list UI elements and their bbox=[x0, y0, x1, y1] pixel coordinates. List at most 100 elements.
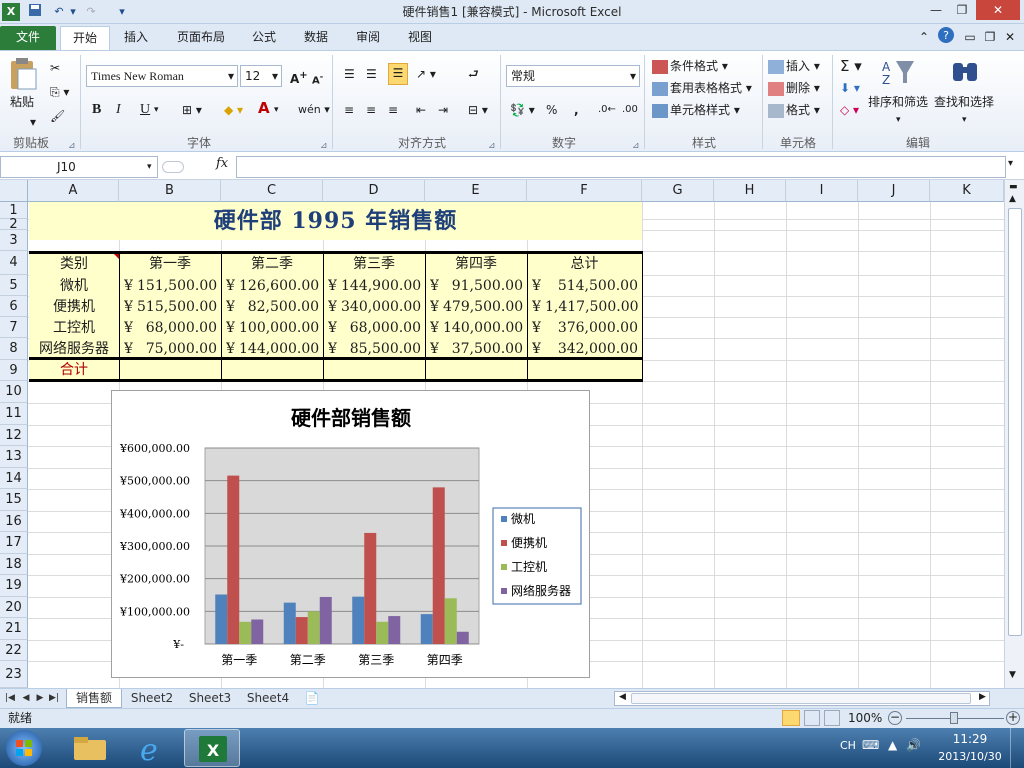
zoom-level[interactable]: 100% bbox=[848, 709, 882, 727]
font-color-dropdown-icon[interactable]: ▾ bbox=[274, 101, 279, 119]
horizontal-scrollbar[interactable]: ◀ ▶ bbox=[614, 691, 990, 706]
minimize-button[interactable]: — bbox=[922, 0, 950, 20]
paste-icon[interactable] bbox=[8, 57, 40, 91]
column-header[interactable]: B bbox=[119, 180, 221, 202]
value-cell[interactable]: 342,000.00 bbox=[545, 339, 638, 359]
insert-sheet-icon[interactable]: 📄 bbox=[302, 689, 322, 708]
category-cell[interactable]: 网络服务器 bbox=[29, 339, 119, 359]
excel-taskbar-icon[interactable]: X bbox=[184, 729, 240, 767]
sheet-title[interactable]: 硬件部 1995 年销售额 bbox=[29, 202, 642, 240]
cell-styles-button[interactable]: 单元格样式 ▾ bbox=[652, 101, 740, 119]
name-box[interactable]: J10 ▾ bbox=[0, 156, 158, 178]
italic-button[interactable]: I bbox=[116, 101, 121, 119]
explorer-taskbar-icon[interactable] bbox=[70, 732, 110, 764]
copy-icon[interactable]: ⎘ ▾ bbox=[50, 83, 69, 101]
category-cell[interactable]: 微机 bbox=[29, 276, 119, 296]
value-cell[interactable]: 1,417,500.00 bbox=[545, 297, 638, 317]
row-header[interactable]: 10 bbox=[0, 381, 28, 403]
bold-button[interactable]: B bbox=[92, 101, 101, 119]
tab-view[interactable]: 视图 bbox=[402, 26, 438, 50]
delete-cells-button[interactable]: 删除 ▾ bbox=[768, 79, 820, 97]
column-header[interactable]: H bbox=[714, 180, 786, 202]
sheet-tab[interactable]: Sheet3 bbox=[184, 689, 236, 708]
align-bottom-icon[interactable]: ☰ bbox=[388, 63, 408, 85]
close-button[interactable]: ✕ bbox=[976, 0, 1020, 20]
value-cell[interactable]: 75,000.00 bbox=[137, 339, 217, 359]
font-color-icon[interactable]: A bbox=[258, 99, 270, 117]
total-label-cell[interactable]: 合计 bbox=[29, 360, 119, 380]
header-cell-q2[interactable]: 第二季 bbox=[221, 254, 323, 275]
column-header[interactable]: F bbox=[527, 180, 642, 202]
decrease-indent-icon[interactable]: ⇤ bbox=[416, 101, 426, 119]
comma-button[interactable]: , bbox=[574, 101, 579, 119]
column-header[interactable]: G bbox=[642, 180, 714, 202]
category-cell[interactable]: 便携机 bbox=[29, 297, 119, 317]
chart-object[interactable]: 硬件部销售额 ¥- ¥100,000.00 ¥200,000.00 ¥300,000.0… bbox=[111, 390, 590, 678]
format-cells-button[interactable]: 格式 ▾ bbox=[768, 101, 820, 119]
restore-button[interactable]: ❐ bbox=[948, 0, 976, 20]
show-hidden-icons-icon[interactable]: ▲ bbox=[888, 738, 897, 752]
row-header[interactable]: 5 bbox=[0, 275, 28, 296]
header-cell-total[interactable]: 总计 bbox=[527, 254, 642, 275]
formula-bar-splitter[interactable] bbox=[162, 161, 184, 173]
header-cell-category[interactable]: 类别 bbox=[29, 254, 119, 275]
conditional-format-button[interactable]: 条件格式 ▾ bbox=[652, 57, 728, 75]
value-cell[interactable]: 140,000.00 bbox=[443, 318, 523, 338]
ie-taskbar-icon[interactable]: e bbox=[132, 732, 172, 768]
insert-cells-button[interactable]: 插入 ▾ bbox=[768, 57, 820, 75]
cut-icon[interactable]: ✂ bbox=[50, 59, 60, 77]
row-header[interactable]: 22 bbox=[0, 640, 28, 661]
underline-button[interactable]: U bbox=[140, 101, 150, 119]
last-sheet-icon[interactable]: ▶| bbox=[48, 689, 60, 708]
volume-icon[interactable]: 🔊 bbox=[906, 738, 921, 752]
shrink-font-icon[interactable]: A- bbox=[312, 67, 323, 90]
increase-decimal-icon[interactable]: .0← bbox=[598, 101, 616, 119]
font-size-select[interactable]: 12 ▾ bbox=[240, 65, 282, 87]
row-header[interactable]: 20 bbox=[0, 597, 28, 618]
collapse-ribbon-icon[interactable]: ⌃ bbox=[916, 26, 932, 50]
binoculars-icon[interactable] bbox=[950, 57, 980, 87]
sheet-tab[interactable]: Sheet2 bbox=[126, 689, 178, 708]
row-header[interactable]: 15 bbox=[0, 489, 28, 511]
sheet-tab[interactable]: Sheet4 bbox=[242, 689, 294, 708]
value-cell[interactable]: 126,600.00 bbox=[239, 276, 319, 296]
row-header[interactable]: 14 bbox=[0, 468, 28, 489]
value-cell[interactable]: 68,000.00 bbox=[137, 318, 217, 338]
row-header[interactable]: 19 bbox=[0, 575, 28, 597]
row-header[interactable]: 12 bbox=[0, 425, 28, 446]
tab-home[interactable]: 开始 bbox=[60, 26, 110, 50]
row-header[interactable]: 16 bbox=[0, 511, 28, 532]
zoom-out-icon[interactable]: − bbox=[888, 711, 902, 725]
next-sheet-icon[interactable]: ▶ bbox=[34, 689, 46, 708]
zoom-in-icon[interactable]: + bbox=[1006, 711, 1020, 725]
row-header[interactable]: 18 bbox=[0, 554, 28, 575]
phonetic-icon[interactable]: wén ▾ bbox=[298, 101, 330, 119]
header-cell-q3[interactable]: 第三季 bbox=[323, 254, 425, 275]
row-header[interactable]: 7 bbox=[0, 317, 28, 338]
header-cell-q4[interactable]: 第四季 bbox=[425, 254, 527, 275]
value-cell[interactable]: 514,500.00 bbox=[545, 276, 638, 296]
percent-button[interactable]: % bbox=[546, 101, 557, 119]
value-cell[interactable]: 340,000.00 bbox=[341, 297, 421, 317]
ribbon-minimize-icon[interactable]: ▭ bbox=[962, 26, 978, 50]
autosum-icon[interactable]: Σ ▾ bbox=[840, 57, 862, 75]
format-painter-icon[interactable]: 🖌 bbox=[50, 107, 65, 125]
value-cell[interactable]: 151,500.00 bbox=[137, 276, 217, 296]
show-desktop-button[interactable] bbox=[1010, 728, 1024, 768]
prev-sheet-icon[interactable]: ◀ bbox=[20, 689, 32, 708]
value-cell[interactable]: 91,500.00 bbox=[443, 276, 523, 296]
align-left-icon[interactable]: ≡ bbox=[344, 101, 354, 119]
tab-review[interactable]: 审阅 bbox=[350, 26, 386, 50]
value-cell[interactable]: 144,900.00 bbox=[341, 276, 421, 296]
vertical-scrollbar[interactable]: ▬ ▲ ▼ bbox=[1004, 180, 1024, 688]
row-header[interactable]: 6 bbox=[0, 296, 28, 317]
header-cell-q1[interactable]: 第一季 bbox=[119, 254, 221, 275]
font-name-select[interactable]: Times New Roman ▾ bbox=[86, 65, 238, 87]
column-header[interactable]: C bbox=[221, 180, 323, 202]
tab-data[interactable]: 数据 bbox=[298, 26, 334, 50]
tab-file[interactable]: 文件 bbox=[0, 26, 56, 50]
row-header[interactable]: 23 bbox=[0, 661, 28, 688]
expand-formula-bar-icon[interactable]: ▾ bbox=[1008, 158, 1013, 169]
column-header[interactable]: K bbox=[930, 180, 1004, 202]
paste-dropdown-icon[interactable]: ▾ bbox=[30, 113, 36, 131]
